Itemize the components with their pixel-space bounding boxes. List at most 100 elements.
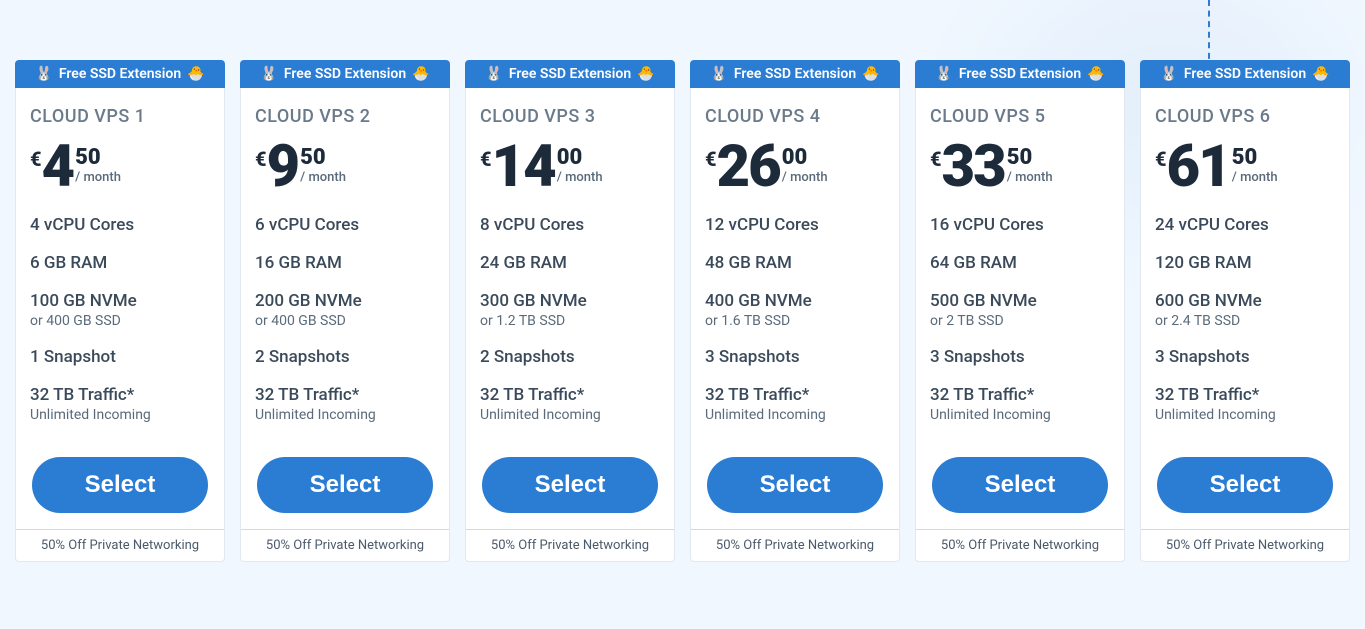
promo-badge: 🐰 Free SSD Extension 🐣 [690, 60, 900, 88]
card-body: CLOUD VPS 6 € 61 50 / month 24 vCPU Core… [1141, 88, 1349, 457]
rabbit-icon: 🐰 [710, 66, 727, 82]
promo-badge: 🐰 Free SSD Extension 🐣 [1140, 60, 1350, 88]
price-interval: / month [300, 170, 346, 185]
spec-ram: 48 GB RAM [705, 253, 885, 273]
chick-icon: 🐣 [862, 66, 879, 82]
promo-badge: 🐰 Free SSD Extension 🐣 [240, 60, 450, 88]
spec-storage: 400 GB NVMe or 1.6 TB SSD [705, 291, 885, 329]
price-interval: / month [1232, 170, 1278, 185]
card-body: CLOUD VPS 4 € 26 00 / month 12 vCPU Core… [691, 88, 899, 457]
spec-snapshots: 2 Snapshots [255, 347, 435, 367]
promo-badge-text: Free SSD Extension [284, 66, 406, 82]
select-button[interactable]: Select [1157, 457, 1334, 513]
rabbit-icon: 🐰 [485, 66, 502, 82]
spec-snapshots: 2 Snapshots [480, 347, 660, 367]
select-button[interactable]: Select [707, 457, 884, 513]
price-whole: 33 [942, 141, 1005, 193]
price-whole: 26 [717, 141, 780, 193]
spec-cpu: 12 vCPU Cores [705, 215, 885, 235]
price-cents: 50 [300, 145, 346, 170]
spec-list: 4 vCPU Cores 6 GB RAM 100 GB NVMe or 400… [30, 215, 210, 423]
spec-list: 24 vCPU Cores 120 GB RAM 600 GB NVMe or … [1155, 215, 1335, 423]
price-whole: 9 [267, 141, 299, 193]
plan-title: CLOUD VPS 2 [255, 106, 435, 127]
plan-card-2: 🐰 Free SSD Extension 🐣 CLOUD VPS 2 € 9 5… [240, 60, 450, 562]
discount-note: 50% Off Private Networking [1141, 529, 1349, 561]
promo-badge: 🐰 Free SSD Extension 🐣 [15, 60, 225, 88]
spec-list: 6 vCPU Cores 16 GB RAM 200 GB NVMe or 40… [255, 215, 435, 423]
currency-symbol: € [255, 147, 267, 171]
discount-note: 50% Off Private Networking [466, 529, 674, 561]
rabbit-icon: 🐰 [35, 66, 52, 82]
spec-list: 8 vCPU Cores 24 GB RAM 300 GB NVMe or 1.… [480, 215, 660, 423]
price-whole: 61 [1167, 141, 1230, 193]
price: € 26 00 / month [705, 141, 885, 193]
price: € 4 50 / month [30, 141, 210, 193]
spec-traffic: 32 TB Traffic* Unlimited Incoming [705, 385, 885, 423]
discount-note: 50% Off Private Networking [241, 529, 449, 561]
price: € 14 00 / month [480, 141, 660, 193]
card-body: CLOUD VPS 1 € 4 50 / month 4 vCPU Cores … [16, 88, 224, 457]
spec-storage: 500 GB NVMe or 2 TB SSD [930, 291, 1110, 329]
spec-traffic: 32 TB Traffic* Unlimited Incoming [480, 385, 660, 423]
spec-snapshots: 3 Snapshots [705, 347, 885, 367]
pricing-grid: 🐰 Free SSD Extension 🐣 CLOUD VPS 1 € 4 5… [10, 60, 1355, 562]
price-cents: 00 [782, 145, 828, 170]
discount-note: 50% Off Private Networking [916, 529, 1124, 561]
promo-badge-text: Free SSD Extension [734, 66, 856, 82]
currency-symbol: € [705, 147, 717, 171]
rabbit-icon: 🐰 [1160, 66, 1177, 82]
price-cents: 50 [1232, 145, 1278, 170]
spec-cpu: 4 vCPU Cores [30, 215, 210, 235]
promo-badge-text: Free SSD Extension [509, 66, 631, 82]
spec-ram: 6 GB RAM [30, 253, 210, 273]
discount-note: 50% Off Private Networking [16, 529, 224, 561]
rabbit-icon: 🐰 [260, 66, 277, 82]
select-button[interactable]: Select [257, 457, 434, 513]
price-interval: / month [75, 170, 121, 185]
plan-title: CLOUD VPS 3 [480, 106, 660, 127]
chick-icon: 🐣 [637, 66, 654, 82]
spec-list: 16 vCPU Cores 64 GB RAM 500 GB NVMe or 2… [930, 215, 1110, 423]
promo-badge-text: Free SSD Extension [1184, 66, 1306, 82]
select-button[interactable]: Select [932, 457, 1109, 513]
spec-cpu: 6 vCPU Cores [255, 215, 435, 235]
spec-storage: 100 GB NVMe or 400 GB SSD [30, 291, 210, 329]
spec-snapshots: 1 Snapshot [30, 347, 210, 367]
spec-list: 12 vCPU Cores 48 GB RAM 400 GB NVMe or 1… [705, 215, 885, 423]
spec-storage: 300 GB NVMe or 1.2 TB SSD [480, 291, 660, 329]
price: € 61 50 / month [1155, 141, 1335, 193]
currency-symbol: € [930, 147, 942, 171]
promo-badge-text: Free SSD Extension [59, 66, 181, 82]
price-cents: 50 [1007, 145, 1053, 170]
price-interval: / month [1007, 170, 1053, 185]
card-body: CLOUD VPS 5 € 33 50 / month 16 vCPU Core… [916, 88, 1124, 457]
promo-badge: 🐰 Free SSD Extension 🐣 [915, 60, 1125, 88]
price: € 9 50 / month [255, 141, 435, 193]
price-whole: 14 [492, 141, 555, 193]
plan-card-4: 🐰 Free SSD Extension 🐣 CLOUD VPS 4 € 26 … [690, 60, 900, 562]
card-body: CLOUD VPS 3 € 14 00 / month 8 vCPU Cores… [466, 88, 674, 457]
plan-card-3: 🐰 Free SSD Extension 🐣 CLOUD VPS 3 € 14 … [465, 60, 675, 562]
spec-traffic: 32 TB Traffic* Unlimited Incoming [255, 385, 435, 423]
price-interval: / month [557, 170, 603, 185]
card-body: CLOUD VPS 2 € 9 50 / month 6 vCPU Cores … [241, 88, 449, 457]
rabbit-icon: 🐰 [935, 66, 952, 82]
currency-symbol: € [1155, 147, 1167, 171]
currency-symbol: € [480, 147, 492, 171]
promo-badge: 🐰 Free SSD Extension 🐣 [465, 60, 675, 88]
spec-cpu: 16 vCPU Cores [930, 215, 1110, 235]
spec-ram: 120 GB RAM [1155, 253, 1335, 273]
spec-storage: 200 GB NVMe or 400 GB SSD [255, 291, 435, 329]
chick-icon: 🐣 [1087, 66, 1104, 82]
select-button[interactable]: Select [32, 457, 209, 513]
spec-cpu: 8 vCPU Cores [480, 215, 660, 235]
select-button[interactable]: Select [482, 457, 659, 513]
price: € 33 50 / month [930, 141, 1110, 193]
spec-traffic: 32 TB Traffic* Unlimited Incoming [930, 385, 1110, 423]
spec-ram: 24 GB RAM [480, 253, 660, 273]
spec-ram: 16 GB RAM [255, 253, 435, 273]
plan-title: CLOUD VPS 1 [30, 106, 210, 127]
plan-title: CLOUD VPS 4 [705, 106, 885, 127]
price-whole: 4 [42, 141, 74, 193]
